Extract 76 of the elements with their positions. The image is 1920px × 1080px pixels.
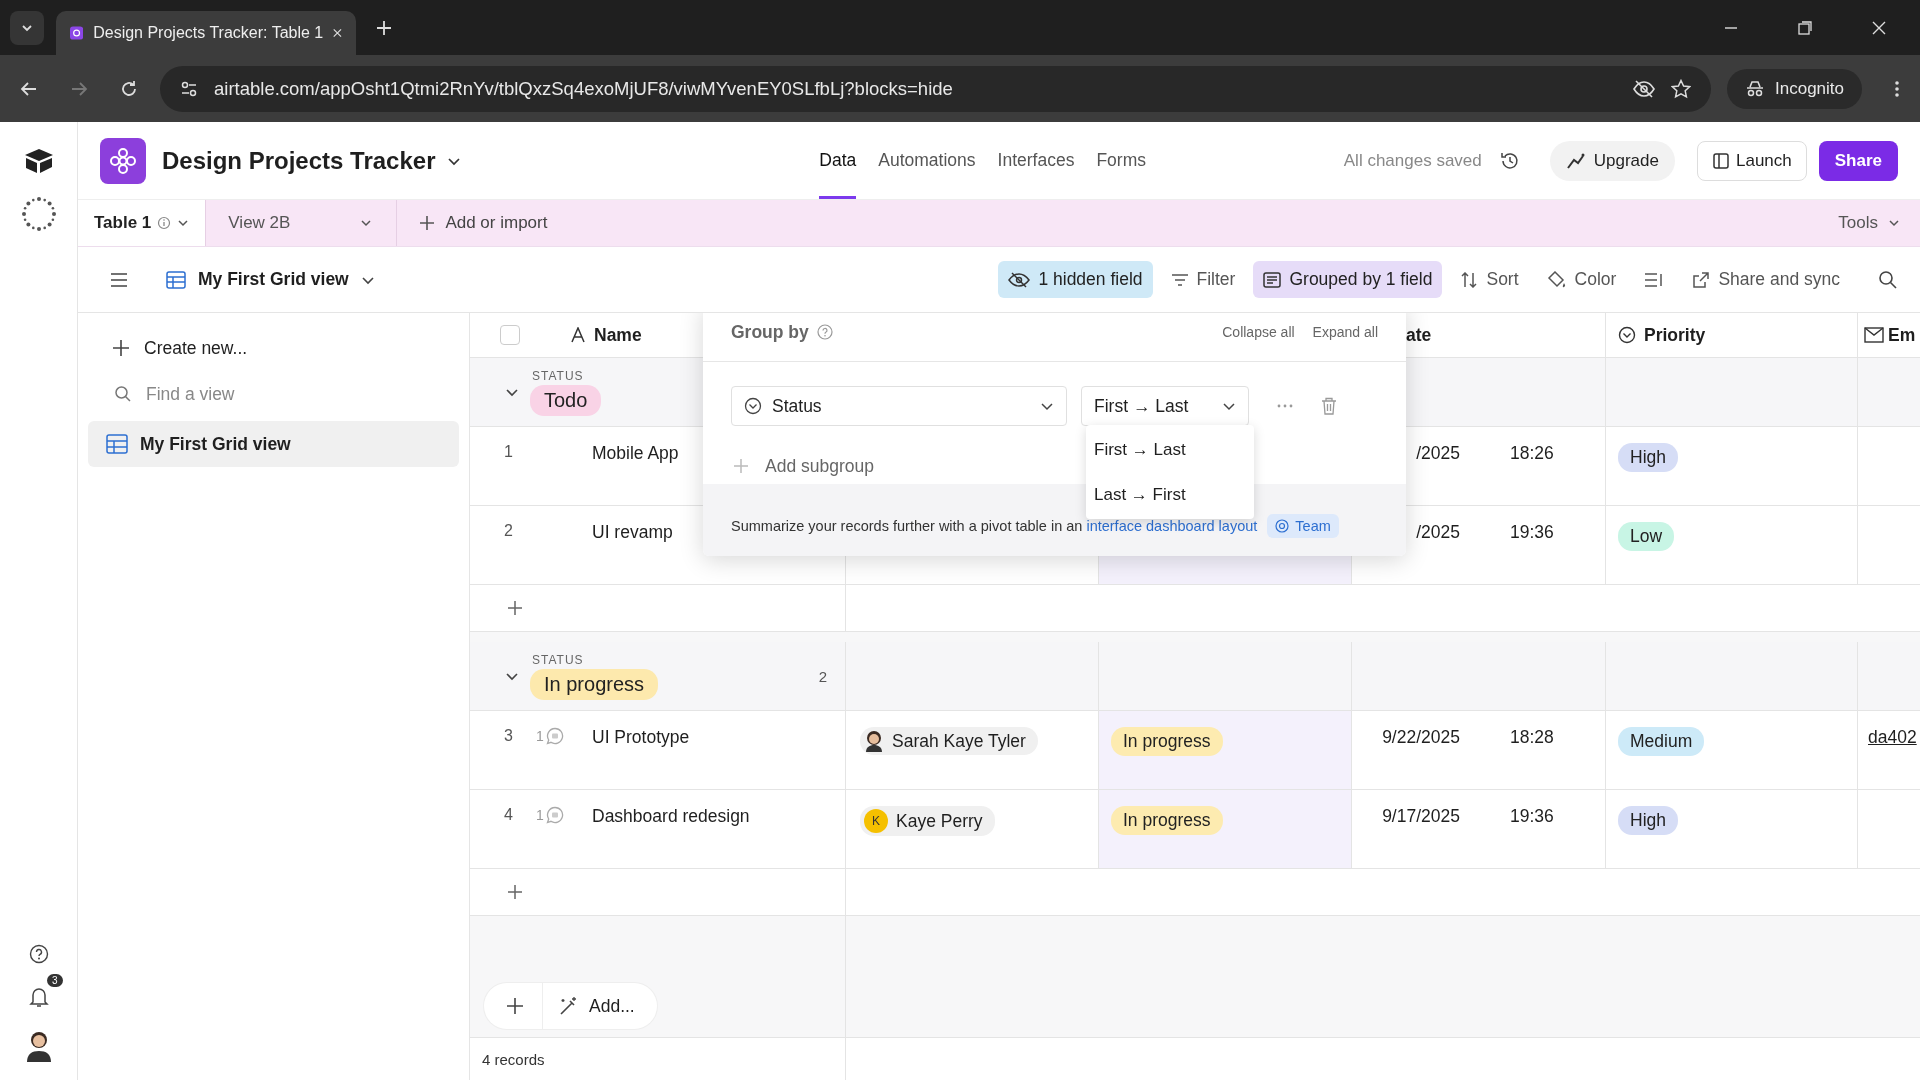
filter-button[interactable]: Filter bbox=[1160, 261, 1246, 298]
record-name: UI revamp bbox=[592, 522, 673, 543]
column-header[interactable]: Name bbox=[594, 324, 642, 346]
add-import-button[interactable]: Add or import bbox=[419, 213, 548, 233]
time-value: 19:36 bbox=[1510, 806, 1554, 827]
expand-all-button[interactable]: Expand all bbox=[1312, 324, 1378, 340]
date-value: /2025 bbox=[1416, 443, 1460, 464]
group-value: In progress bbox=[530, 668, 659, 700]
group-field-label: STATUS bbox=[532, 652, 584, 667]
address-field[interactable]: airtable.com/appOsht1Qtmi2RnYv/tblQxzSq4exoMjUF8/viwMYvenEY0SLfbLj?blocks=hide bbox=[160, 65, 1711, 112]
table-tab[interactable]: Table 1 bbox=[78, 200, 207, 246]
time-value: 18:26 bbox=[1510, 443, 1554, 464]
hidden-button[interactable]: 1 hidden field bbox=[998, 261, 1153, 298]
popover-title: Group by bbox=[731, 321, 809, 343]
column-header[interactable]: Priority bbox=[1644, 324, 1706, 346]
pivot-hint: Summarize your records further with a pivot table in an interface dashboard layout bbox=[731, 518, 1258, 534]
group-value: Todo bbox=[530, 384, 602, 416]
time-value: 19:36 bbox=[1510, 522, 1554, 543]
row-number: 1 bbox=[504, 443, 514, 461]
nav-tab[interactable]: Forms bbox=[1096, 122, 1146, 199]
field-select[interactable]: Status bbox=[731, 386, 1067, 426]
tools-button[interactable]: Tools bbox=[1838, 213, 1900, 233]
find-view-field[interactable]: Find a view bbox=[144, 382, 398, 406]
record-name: Dashboard redesign bbox=[592, 806, 750, 827]
priority-pill: Medium bbox=[1618, 727, 1705, 756]
menu-option[interactable]: Last → First bbox=[1086, 472, 1254, 517]
save-status: All changes saved bbox=[1343, 150, 1482, 171]
status-pill: In progress bbox=[1111, 806, 1223, 835]
color-button[interactable]: Color bbox=[1536, 261, 1627, 298]
group-button[interactable]: Grouped by 1 field bbox=[1253, 261, 1443, 298]
priority-pill: Low bbox=[1618, 522, 1675, 551]
priority-pill: High bbox=[1618, 806, 1678, 835]
group-count: 2 bbox=[818, 667, 827, 685]
record-name: Mobile App bbox=[592, 443, 679, 464]
comment-count: 1 bbox=[536, 728, 544, 744]
incognito-button[interactable]: Incognito bbox=[1727, 68, 1862, 109]
date-value: /2025 bbox=[1416, 522, 1460, 543]
assignee-name: Sarah Kaye Tyler bbox=[892, 730, 1026, 752]
status-pill: In progress bbox=[1111, 727, 1223, 756]
date-value: 9/17/2025 bbox=[1382, 806, 1460, 827]
sort-button[interactable]: Sort bbox=[1450, 261, 1529, 298]
browser-tab[interactable]: Design Projects Tracker: Table 1 bbox=[56, 11, 356, 55]
notification-badge: 3 bbox=[46, 974, 63, 987]
share-button[interactable]: Share bbox=[1818, 140, 1898, 181]
table-tab[interactable]: View 2B bbox=[212, 200, 398, 246]
plan-badge: Team bbox=[1267, 514, 1339, 538]
view-switcher[interactable]: My First Grid view bbox=[166, 269, 375, 290]
avatar-initial: K bbox=[864, 809, 888, 833]
add-subgroup-button[interactable]: Add subgroup bbox=[703, 426, 902, 484]
launch-button[interactable]: Launch bbox=[1697, 140, 1807, 181]
nav-tab[interactable]: Automations bbox=[878, 122, 976, 199]
priority-pill: High bbox=[1618, 443, 1678, 472]
row-number: 2 bbox=[504, 522, 514, 540]
tab-title: Design Projects Tracker: Table 1 bbox=[93, 24, 324, 42]
share-button[interactable]: Share and sync bbox=[1682, 261, 1850, 298]
base-title[interactable]: Design Projects Tracker bbox=[162, 146, 436, 175]
create-view-button[interactable]: Create new... bbox=[88, 327, 459, 369]
time-value: 18:28 bbox=[1510, 727, 1554, 748]
comment-count: 1 bbox=[536, 807, 544, 823]
collapse-all-button[interactable]: Collapse all bbox=[1222, 324, 1295, 340]
row-number: 3 bbox=[504, 727, 514, 745]
assignee-name: Kaye Perry bbox=[896, 810, 983, 832]
nav-tab[interactable]: Interfaces bbox=[997, 122, 1075, 199]
row-number: 4 bbox=[504, 806, 514, 824]
column-header[interactable]: ate bbox=[1406, 324, 1432, 346]
column-header[interactable]: Em bbox=[1888, 324, 1916, 346]
record-name: UI Prototype bbox=[592, 727, 690, 748]
menu-option[interactable]: First → Last bbox=[1086, 427, 1254, 472]
dashboard-link[interactable]: interface dashboard layout bbox=[1086, 518, 1258, 534]
email-link[interactable]: da402 bbox=[1868, 727, 1917, 748]
record-count: 4 records bbox=[482, 1050, 545, 1068]
group-field-label: STATUS bbox=[532, 368, 584, 383]
view-item[interactable]: My First Grid view bbox=[88, 421, 459, 467]
date-value: 9/22/2025 bbox=[1382, 727, 1460, 748]
upgrade-button[interactable]: Upgrade bbox=[1549, 140, 1675, 181]
add-button[interactable]: Add... bbox=[542, 983, 657, 1029]
